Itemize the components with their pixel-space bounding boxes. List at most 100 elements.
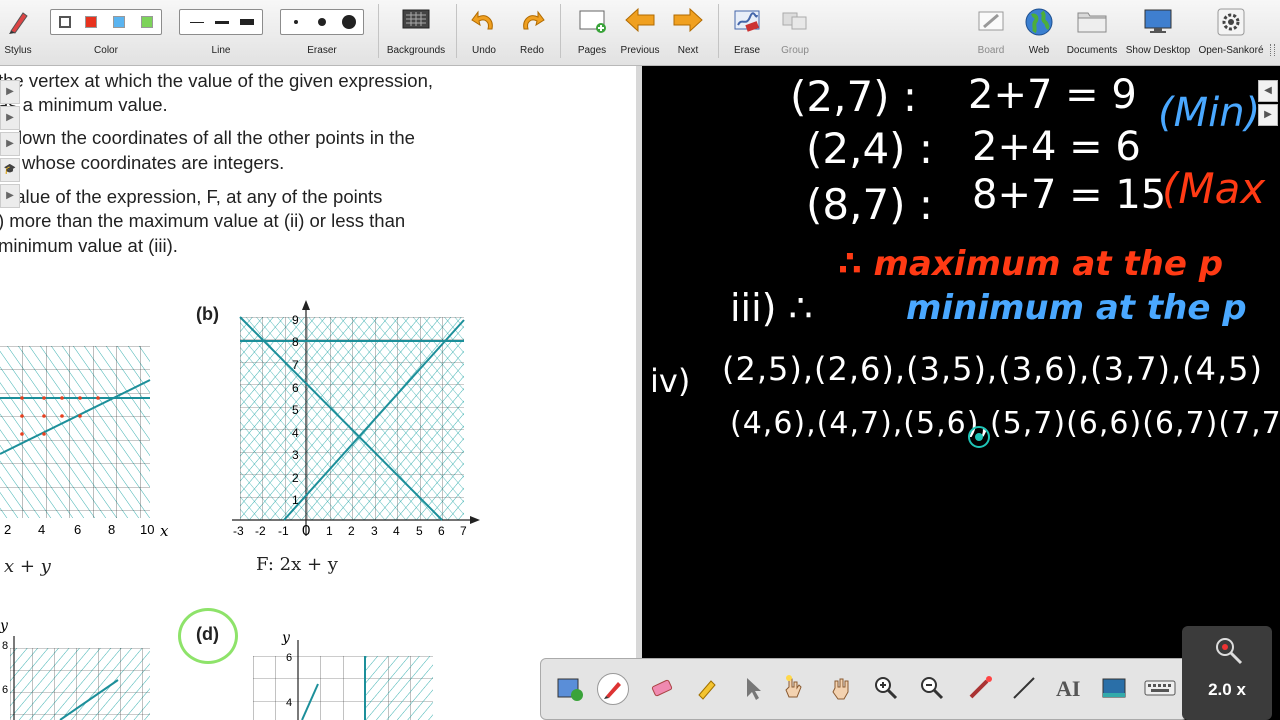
handwritten-points-row-2: (4,6),(4,7),(5,6),(5,7)(6,6)(6,7)(7,7) <box>730 406 1280 441</box>
redo-button[interactable]: Redo <box>512 0 552 66</box>
board-button[interactable]: Board <box>970 0 1012 66</box>
tick-label: 4 <box>292 426 299 440</box>
question-text-line: value of the expression, F, at any of th… <box>6 186 383 207</box>
tick-label: 6 <box>286 652 293 664</box>
documents-button[interactable]: Documents <box>1064 0 1120 66</box>
zoom-out-icon[interactable] <box>917 673 947 703</box>
tick-label: 1 <box>292 493 299 507</box>
text-tool-icon[interactable]: AI <box>1053 673 1083 703</box>
document-view: the vertex at which the value of the giv… <box>0 66 636 720</box>
erase-board-icon <box>732 7 762 40</box>
graph-c: y 8 6 <box>0 618 160 720</box>
toolbar-separator <box>378 4 379 58</box>
tick-label: -3 <box>233 524 244 538</box>
zoom-indicator[interactable]: 2.0 x <box>1182 626 1272 720</box>
backgrounds-icon <box>401 7 431 38</box>
handwritten-line-2-point: (2,4) : <box>806 124 934 173</box>
tick-label: 0 <box>302 522 311 539</box>
toolbar-separator <box>718 4 719 58</box>
undo-button[interactable]: Undo <box>464 0 504 66</box>
eraser-size-picker[interactable]: Eraser <box>280 0 364 66</box>
capture-icon[interactable] <box>1099 673 1129 703</box>
add-page-icon <box>577 7 607 40</box>
board-icon <box>976 7 1006 40</box>
tick-label: 4 <box>286 697 293 709</box>
color-red-swatch[interactable] <box>85 16 97 28</box>
graph-d-label: (d) <box>196 624 219 644</box>
question-text-line: whose coordinates are integers. <box>22 152 285 173</box>
pages-button[interactable]: Pages <box>570 0 614 66</box>
side-arrow-icon[interactable]: ◀ <box>1258 80 1278 102</box>
whiteboard-canvas[interactable]: (2,7) : 2+7 = 9 (Min) (2,4) : 2+4 = 6 (8… <box>642 66 1280 720</box>
eraser-medium[interactable] <box>318 18 326 26</box>
next-button[interactable]: Next <box>666 0 710 66</box>
tick-label: 6 <box>438 524 445 538</box>
x-axis-label: x <box>160 522 169 540</box>
tick-label: -1 <box>278 524 289 538</box>
laser-pointer-icon[interactable] <box>965 673 995 703</box>
toolbar-grip[interactable] <box>1270 44 1275 56</box>
show-desktop-button[interactable]: Show Desktop <box>1124 0 1192 66</box>
web-button[interactable]: Web <box>1018 0 1060 66</box>
side-tab[interactable]: ▶ <box>0 106 20 130</box>
line-width-picker[interactable]: Line <box>179 0 263 66</box>
backgrounds-button[interactable]: Backgrounds <box>384 0 448 66</box>
globe-icon <box>1024 7 1054 42</box>
select-arrow-icon[interactable] <box>737 673 767 703</box>
tick-label: 4 <box>38 522 46 537</box>
keyboard-icon[interactable] <box>1143 673 1177 703</box>
pen-tool-icon[interactable] <box>597 673 629 705</box>
handwritten-line-1-sum: 2+7 = 9 <box>968 72 1137 118</box>
side-tab[interactable]: ▶ <box>0 132 20 156</box>
tick-label: 7 <box>292 358 299 372</box>
redo-arrow-icon <box>518 7 546 40</box>
tick-label: 2 <box>4 522 12 537</box>
graph-a: 2 4 6 8 10 x <box>0 336 180 576</box>
highlighter-icon[interactable] <box>691 673 721 703</box>
color-green-swatch[interactable] <box>141 16 153 28</box>
line-tool-icon[interactable] <box>1009 673 1039 703</box>
floating-tool-palette: AI <box>540 658 1188 720</box>
eraser-small[interactable] <box>294 20 298 24</box>
line-thin[interactable] <box>190 22 204 23</box>
open-sankore-button[interactable]: Open-Sankoré <box>1196 0 1266 66</box>
pan-hand-icon[interactable] <box>827 673 857 703</box>
tick-label: 8 <box>292 335 299 349</box>
group-button[interactable]: Group <box>774 0 816 66</box>
tick-label: 6 <box>292 381 299 395</box>
line-medium[interactable] <box>215 21 229 24</box>
stylus-icon <box>5 7 31 40</box>
tick-label: 5 <box>416 524 423 538</box>
color-swatches <box>50 9 162 35</box>
previous-button[interactable]: Previous <box>616 0 664 66</box>
question-text-line: minimum value at (iii). <box>0 235 178 256</box>
zoom-in-icon[interactable] <box>871 673 901 703</box>
eraser-sizes <box>280 9 364 35</box>
line-thick[interactable] <box>240 19 254 25</box>
question-text-line: the vertex at which the value of the giv… <box>0 70 434 91</box>
toolbar-separator <box>560 4 561 58</box>
erase-button[interactable]: Erase <box>726 0 768 66</box>
stylus-button[interactable]: Stylus <box>0 0 36 66</box>
side-arrow-icon[interactable]: ▶ <box>1258 104 1278 126</box>
graduation-cap-icon[interactable]: 🎓 <box>0 158 20 182</box>
tick-label: 7 <box>460 524 467 538</box>
eraser-icon[interactable] <box>647 673 677 703</box>
handwritten-line-3-point: (8,7) : <box>806 180 934 229</box>
interact-hand-icon[interactable] <box>779 673 809 703</box>
side-tab[interactable]: ▶ <box>0 184 20 208</box>
library-icon[interactable] <box>555 673 585 703</box>
tick-label: 3 <box>292 448 299 462</box>
graph-b-label: (b) <box>196 304 219 324</box>
undo-arrow-icon <box>470 7 498 40</box>
color-picker[interactable]: Color <box>50 0 162 66</box>
group-icon <box>780 7 810 40</box>
handwritten-points-row-1: (2,5),(2,6),(3,5),(3,6),(3,7),(4,5) <box>722 350 1264 388</box>
eraser-large[interactable] <box>342 15 356 29</box>
question-text-line: as a minimum value. <box>0 94 168 115</box>
side-tab[interactable]: ▶ <box>0 80 20 104</box>
tick-label: 1 <box>326 524 333 538</box>
color-white-swatch[interactable] <box>59 16 71 28</box>
color-blue-swatch[interactable] <box>113 16 125 28</box>
board-side-controls: ◀ ▶ <box>1258 80 1280 128</box>
